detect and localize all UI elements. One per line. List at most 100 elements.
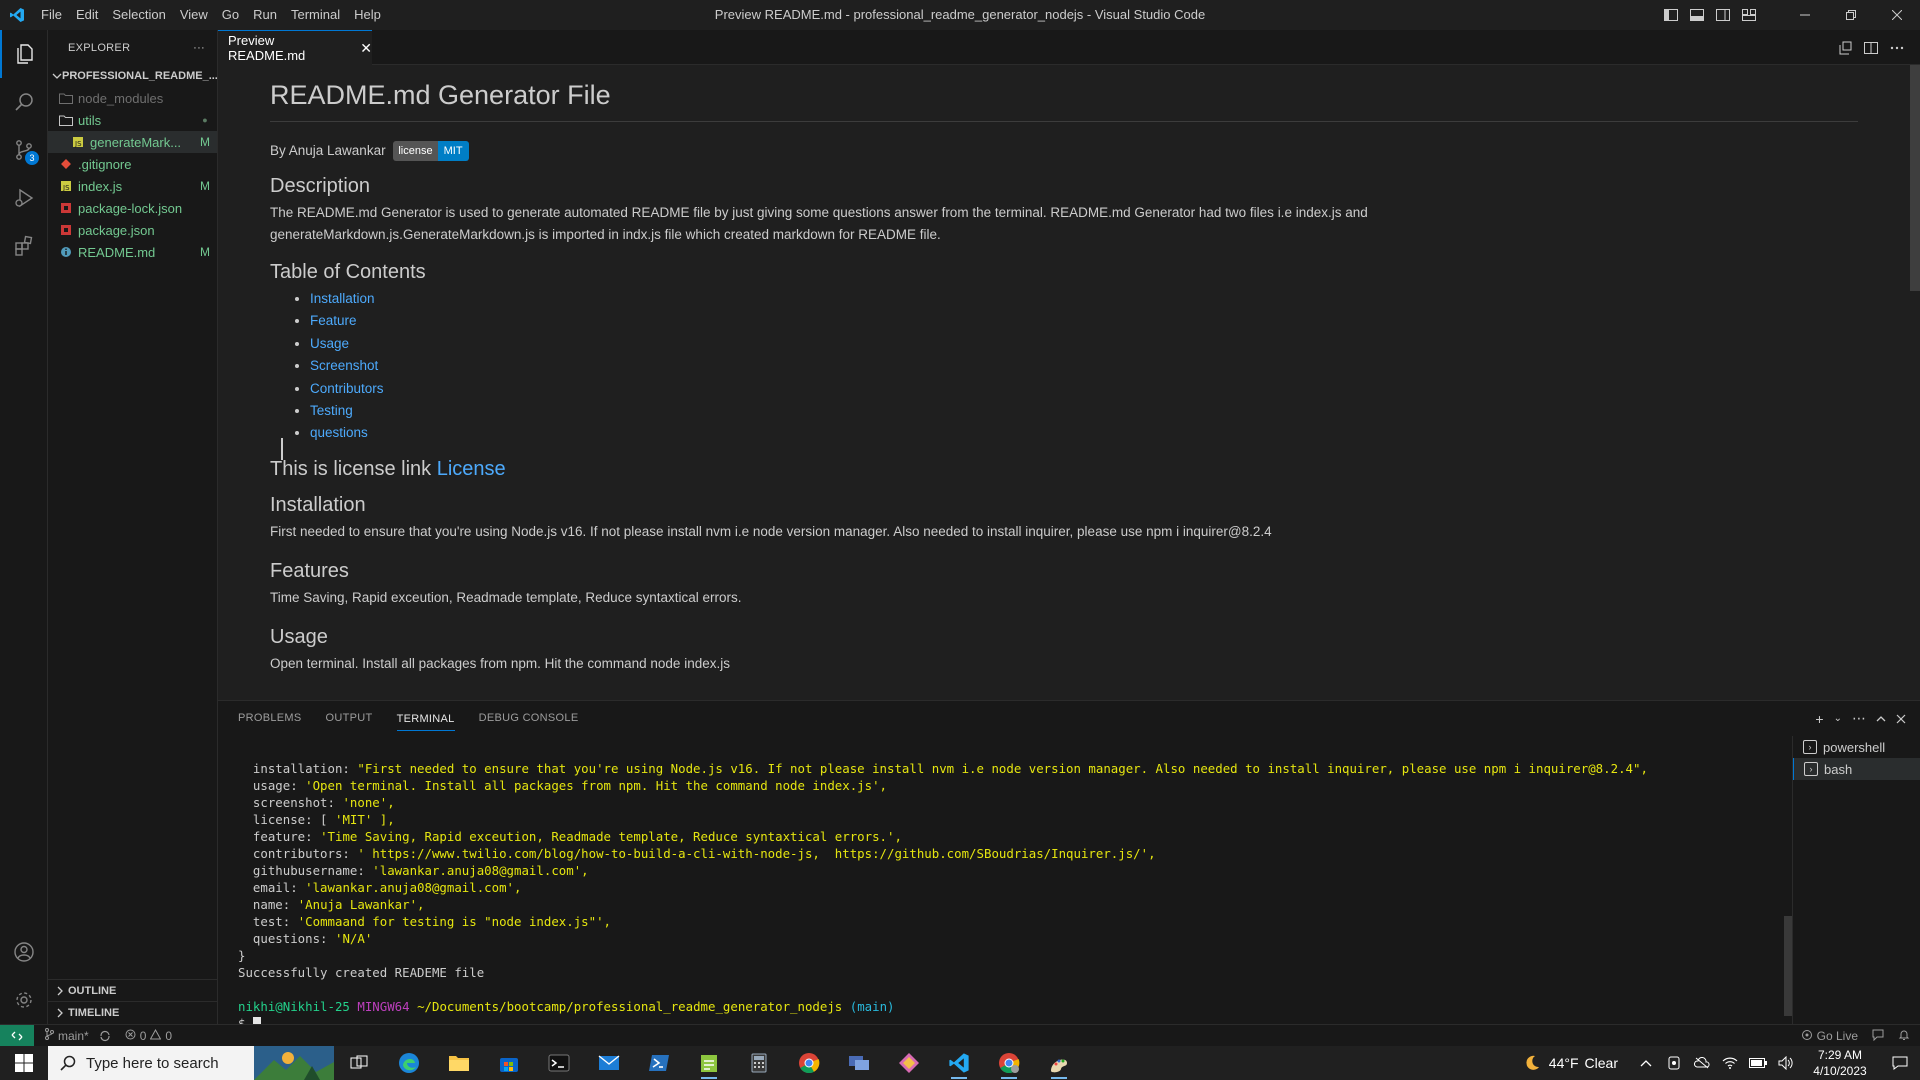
customize-layout-icon[interactable] [1736,0,1762,30]
wifi-icon[interactable] [1716,1046,1744,1080]
accounts-icon[interactable] [0,928,48,976]
mail-icon[interactable] [584,1046,634,1080]
explorer-more-icon[interactable]: ··· [193,42,205,54]
chevron-up-icon[interactable] [1632,1046,1660,1080]
toc-link-testing[interactable]: Testing [310,403,353,418]
microsoft-store-icon[interactable] [484,1046,534,1080]
search-icon[interactable] [0,78,48,126]
manage-gear-icon[interactable] [0,976,48,1024]
explorer-icon[interactable] [0,30,48,78]
menu-view[interactable]: View [173,0,215,30]
branch-status[interactable]: main* [44,1028,89,1043]
menu-selection[interactable]: Selection [105,0,172,30]
toc-link-usage[interactable]: Usage [310,336,349,351]
more-actions-icon[interactable] [1888,39,1906,57]
paint-icon[interactable] [1034,1046,1084,1080]
toc-link-installation[interactable]: Installation [310,291,375,306]
menu-terminal[interactable]: Terminal [284,0,347,30]
weather-moon-icon[interactable] [1521,1046,1543,1080]
terminal-item-powershell[interactable]: › powershell [1793,736,1920,758]
close-tab-icon[interactable]: ✕ [360,40,372,57]
taskbar-clock[interactable]: 7:29 AM 4/10/2023 [1800,1047,1880,1079]
chrome-profile-icon[interactable] [984,1046,1034,1080]
close-window-icon[interactable] [1874,0,1920,30]
tree-item-node-modules[interactable]: node_modules [48,87,217,109]
license-link[interactable]: License [437,458,506,480]
tree-item-utils[interactable]: utils ● [48,109,217,131]
maximize-panel-icon[interactable] [1876,711,1886,727]
menu-help[interactable]: Help [347,0,388,30]
volume-icon[interactable] [1772,1046,1800,1080]
remote-desktop-icon[interactable] [834,1046,884,1080]
terminal-app-icon[interactable] [534,1046,584,1080]
markdown-preview[interactable]: README.md Generator File By Anuja Lawank… [218,65,1920,700]
feedback-icon[interactable] [1872,1029,1884,1044]
problems-status[interactable]: 0 0 [125,1028,172,1043]
onedrive-offline-icon[interactable] [1688,1046,1716,1080]
tree-item-package-lock-json[interactable]: package-lock.json [48,197,217,219]
remote-indicator-icon[interactable] [0,1024,34,1047]
tree-item-package-json[interactable]: package.json [48,219,217,241]
tab-problems[interactable]: PROBLEMS [238,701,302,736]
toc-link-questions[interactable]: questions [310,425,368,440]
tree-item-readme-md[interactable]: README.md M [48,241,217,263]
terminal-output[interactable]: installation: "First needed to ensure th… [238,743,1798,1025]
more-actions-icon[interactable]: ⋯ [1852,710,1866,727]
toggle-secondary-sidebar-icon[interactable] [1710,0,1736,30]
sync-icon[interactable] [99,1030,111,1042]
meet-now-icon[interactable] [1660,1046,1688,1080]
battery-icon[interactable] [1744,1046,1772,1080]
tab-preview-readme[interactable]: Preview README.md ✕ [218,30,372,65]
ai-app-icon[interactable] [884,1046,934,1080]
tab-terminal[interactable]: TERMINAL [396,707,455,731]
toc-link-screenshot[interactable]: Screenshot [310,358,378,373]
toggle-panel-icon[interactable] [1684,0,1710,30]
weather-temperature[interactable]: 44°F [1549,1055,1579,1071]
new-terminal-icon[interactable]: + [1815,711,1823,727]
tree-item-index-js[interactable]: JS index.js M [48,175,217,197]
menu-go[interactable]: Go [215,0,246,30]
chrome-icon[interactable] [784,1046,834,1080]
notification-center-icon[interactable] [1880,1046,1920,1080]
powershell-icon[interactable] [634,1046,684,1080]
toc-link-contributors[interactable]: Contributors [310,381,384,396]
terminal-item-bash[interactable]: › bash [1793,758,1920,780]
toc-link-feature[interactable]: Feature [310,313,357,328]
timeline-section[interactable]: TIMELINE [48,1002,218,1024]
restore-icon[interactable] [1828,0,1874,30]
run-debug-icon[interactable] [0,174,48,222]
edge-browser-icon[interactable] [384,1046,434,1080]
toggle-primary-sidebar-icon[interactable] [1658,0,1684,30]
weather-condition[interactable]: Clear [1585,1055,1618,1071]
tree-item-generatemarkdown[interactable]: JS generateMark... M [48,131,217,153]
tab-output[interactable]: OUTPUT [326,701,373,736]
outline-section[interactable]: OUTLINE [48,980,218,1002]
vscode-logo-icon[interactable] [0,0,34,30]
tab-debug-console[interactable]: DEBUG CONSOLE [479,701,579,736]
file-explorer-icon[interactable] [434,1046,484,1080]
open-source-icon[interactable] [1836,39,1854,57]
source-control-icon[interactable]: 3 [0,126,48,174]
menu-run[interactable]: Run [246,0,284,30]
terminal-scrollbar[interactable] [1784,916,1792,1016]
notepad-plus-icon[interactable] [684,1046,734,1080]
task-view-icon[interactable] [334,1046,384,1080]
tree-item-gitignore[interactable]: .gitignore [48,153,217,175]
menu-edit[interactable]: Edit [69,0,105,30]
taskbar-search-input[interactable]: Type here to search [48,1046,334,1080]
extensions-icon[interactable] [0,222,48,270]
split-editor-icon[interactable] [1862,39,1880,57]
close-panel-icon[interactable] [1896,711,1906,727]
calculator-icon[interactable] [734,1046,784,1080]
vscode-taskbar-icon[interactable] [934,1046,984,1080]
windows-start-icon[interactable] [0,1046,48,1080]
menu-file[interactable]: File [34,0,69,30]
preview-scrollbar[interactable] [1910,65,1920,291]
license-heading: This is license link License [270,455,1858,483]
workspace-root[interactable]: PROFESSIONAL_README_... [48,65,217,87]
license-badge[interactable]: license MIT [393,141,469,162]
go-live-button[interactable]: Go Live [1801,1029,1858,1044]
chevron-down-icon[interactable]: ⌄ [1834,713,1842,724]
notifications-bell-icon[interactable] [1898,1029,1910,1044]
minimize-icon[interactable] [1782,0,1828,30]
